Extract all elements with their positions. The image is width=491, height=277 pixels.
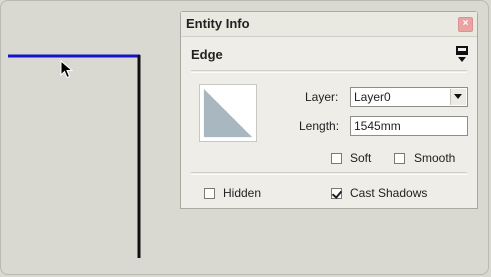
length-input[interactable]: 1545mm [350,116,468,136]
soft-label: Soft [350,151,372,165]
panel-toggle-icon[interactable] [455,45,469,63]
cast-shadows-label: Cast Shadows [350,186,428,200]
layer-label: Layer: [305,90,339,104]
layer-select[interactable]: Layer0 [350,87,468,107]
entity-type-label: Edge [191,47,223,62]
smooth-checkbox[interactable] [394,153,405,164]
smooth-label: Smooth [414,151,456,165]
entity-info-panel: Entity Info × Edge Layer: Layer0 Length:… [180,11,478,209]
panel-titlebar[interactable]: Entity Info × [181,12,477,37]
hidden-label: Hidden [223,186,262,200]
close-icon[interactable]: × [458,17,473,32]
material-swatch[interactable] [199,84,257,142]
header-divider [191,70,467,73]
length-value: 1545mm [354,119,401,133]
hidden-checkbox[interactable] [204,188,215,199]
layer-value: Layer0 [354,90,391,104]
options-divider [191,172,467,175]
soft-checkbox[interactable] [331,153,342,164]
pointer-arrow-icon [60,60,74,79]
panel-title: Entity Info [186,16,250,31]
cast-shadows-checkbox[interactable] [331,188,342,199]
length-label: Length: [299,119,340,133]
chevron-down-icon[interactable] [450,89,466,105]
